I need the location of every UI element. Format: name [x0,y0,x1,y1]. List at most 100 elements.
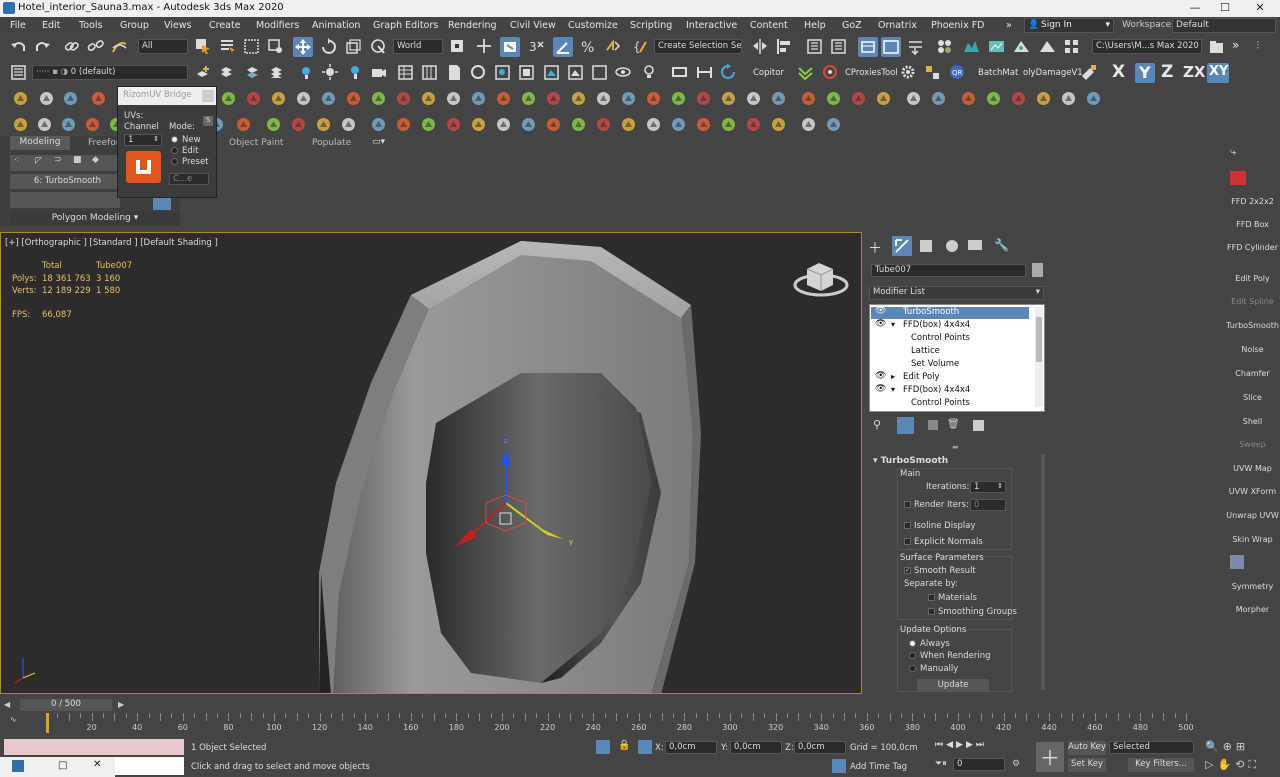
plugin-row2-tool-19-icon[interactable] [470,116,487,133]
paint-icon[interactable] [1080,64,1097,81]
modifier-list-dropdown[interactable]: Modifier List ▾ [869,286,1044,300]
time-tag-icon[interactable] [832,759,846,773]
close-icon[interactable]: ✕ [93,759,101,770]
go-to-start-icon[interactable]: ⏮ [935,740,946,750]
key-selection-dropdown[interactable]: Selected [1109,741,1194,754]
plugin-row1-tool-23-icon[interactable] [670,90,687,107]
bulb-icon[interactable] [641,64,658,81]
select-manipulate-icon[interactable] [476,38,493,55]
plugin-row2-tool-16-icon[interactable] [395,116,412,133]
menu-content[interactable]: Content [750,20,788,31]
plugin-row1-tool-27-icon[interactable] [770,90,787,107]
plugin-row2-tool-4-icon[interactable] [84,116,101,133]
plugin-row1-tool-1-icon[interactable] [12,90,29,107]
curve-editor-button[interactable] [881,37,901,57]
plugin-row2-tool-17-icon[interactable] [420,116,437,133]
timeline-ruler[interactable]: 20 40 60 80 100 120 140 160 180 200 220 240 260 280 30… [46,713,1226,733]
polygon-icon[interactable]: ■ [73,155,82,165]
document-icon[interactable] [446,64,463,81]
project-folder-icon[interactable] [1208,38,1225,55]
mirror-icon[interactable] [752,38,769,55]
axis-x-button[interactable]: X [1112,62,1125,82]
scene-explorer-icon[interactable] [806,38,823,55]
polygon-modeling-dropdown[interactable]: Polygon Modeling ▾ [10,211,180,226]
stack-modifier-item[interactable]: 👁 TurboSmooth [871,306,1029,319]
modifier-button-morpher[interactable]: Morpher [1225,605,1280,614]
redo-icon[interactable] [34,38,51,55]
plugin-row2-tool-28-icon[interactable] [695,116,712,133]
plugin-row2-tool-22-icon[interactable] [545,116,562,133]
render-frame-icon[interactable] [567,64,584,81]
utilities-tab-icon[interactable]: 🔧 [994,238,1009,252]
window-crossing-icon[interactable] [267,38,284,55]
plugin-row1-tool-15-icon[interactable] [470,90,487,107]
scale-icon[interactable] [345,38,362,55]
plugin-row2-tool-10-icon[interactable] [235,116,252,133]
play-icon[interactable]: ▶ [956,740,966,750]
plugin-row2-tool-3-icon[interactable] [60,116,77,133]
hierarchy-tab-icon[interactable] [920,240,932,252]
axis-xy-button[interactable]: XY [1207,63,1229,83]
modifier-button-uvw-xform[interactable]: UVW XForm [1225,487,1280,496]
menu-graph-editors[interactable]: Graph Editors [373,20,438,31]
edit-named-sel-icon[interactable]: { [632,38,649,55]
pivot-center-icon[interactable] [449,38,466,55]
plugin-row1-tool-3-icon[interactable] [62,90,79,107]
plugin-row1-tool-34-icon[interactable] [960,90,977,107]
border-icon[interactable]: ⊃ [54,155,62,165]
chevron-check-icon[interactable] [797,64,814,81]
menu-tools[interactable]: Tools [79,20,102,31]
angle-snap-button[interactable] [553,37,573,57]
plugin-row1-tool-12-icon[interactable] [395,90,412,107]
snap-3d-icon[interactable]: 3 [528,38,545,55]
plugin-row1-tool-16-icon[interactable] [495,90,512,107]
modifier-button-symmetry[interactable]: Symmetry [1225,582,1280,591]
ribbon-tab-modeling[interactable]: Modeling [10,136,70,150]
menu-group[interactable]: Group [120,20,149,31]
plugin-row2-tool-23-icon[interactable] [570,116,587,133]
plugin-row1-tool-10-icon[interactable] [345,90,362,107]
eye-visibility-icon[interactable]: 👁 [875,371,886,381]
menu-rendering[interactable]: Rendering [448,20,497,31]
next-frame-icon[interactable]: ▶ [966,740,976,750]
toolbar-grip-icon[interactable]: ⁝ [1256,38,1260,52]
stack-subobject-item[interactable]: Set Volume [871,359,1029,371]
percent-snap-icon[interactable]: % [580,38,597,55]
motion-tab-icon[interactable] [946,240,958,252]
menu-help[interactable]: Help [804,20,826,31]
plugin-row1-tool-2-icon[interactable] [38,90,55,107]
axis-z-button[interactable]: Z [1161,62,1173,82]
link-icon[interactable] [63,38,80,55]
stack-scroll-thumb[interactable] [1036,317,1042,362]
key-filters-button[interactable]: Key Filters... [1128,758,1194,772]
plugin-row1-tool-11-icon[interactable] [370,90,387,107]
render-iters-checkbox[interactable]: Render Iters: [904,500,969,510]
x-coordinate-field[interactable]: 0,0cm [665,741,717,754]
modifier-button-sweep[interactable]: Sweep [1225,440,1280,449]
modifier-button-slice[interactable]: Slice [1225,393,1280,402]
bend-tool-icon[interactable]: ⤷ [1230,145,1236,159]
eye-icon[interactable] [615,64,632,81]
plugin-row2-tool-14-icon[interactable] [340,116,357,133]
current-frame-field[interactable]: 0 [953,758,1005,771]
spinner-snap-icon[interactable] [604,38,621,55]
restore-icon[interactable]: □ [58,760,67,771]
modifier-button-skin-wrap[interactable]: Skin Wrap [1225,535,1280,544]
modifier-button-turbosmooth[interactable]: TurboSmooth [1225,321,1280,330]
keyboard-shortcut-override-button[interactable] [500,37,520,57]
element-icon[interactable]: ◆ [92,155,99,165]
plugin-row1-tool-5-icon[interactable] [220,90,237,107]
prev-frame-icon[interactable]: ◀ [946,740,956,750]
display-icon[interactable] [671,64,688,81]
rect-selection-icon[interactable] [243,38,260,55]
modifier-button-ffd-2x2x2[interactable]: FFD 2x2x2 [1225,197,1280,206]
plugin-row1-tool-4-icon[interactable] [90,90,107,107]
menu-animation[interactable]: Animation [312,20,360,31]
orbit-icon[interactable]: ⟲ [1235,758,1248,771]
plugin-row1-tool-28-icon[interactable] [800,90,817,107]
toolbar-overflow-icon[interactable]: » [1232,38,1239,52]
stack-subobject-item[interactable]: Control Points [871,333,1029,345]
plugin-row2-tool-31-icon[interactable] [770,116,787,133]
modifier-button-chamfer[interactable]: Chamfer [1225,369,1280,378]
plugin-row1-tool-17-icon[interactable] [520,90,537,107]
